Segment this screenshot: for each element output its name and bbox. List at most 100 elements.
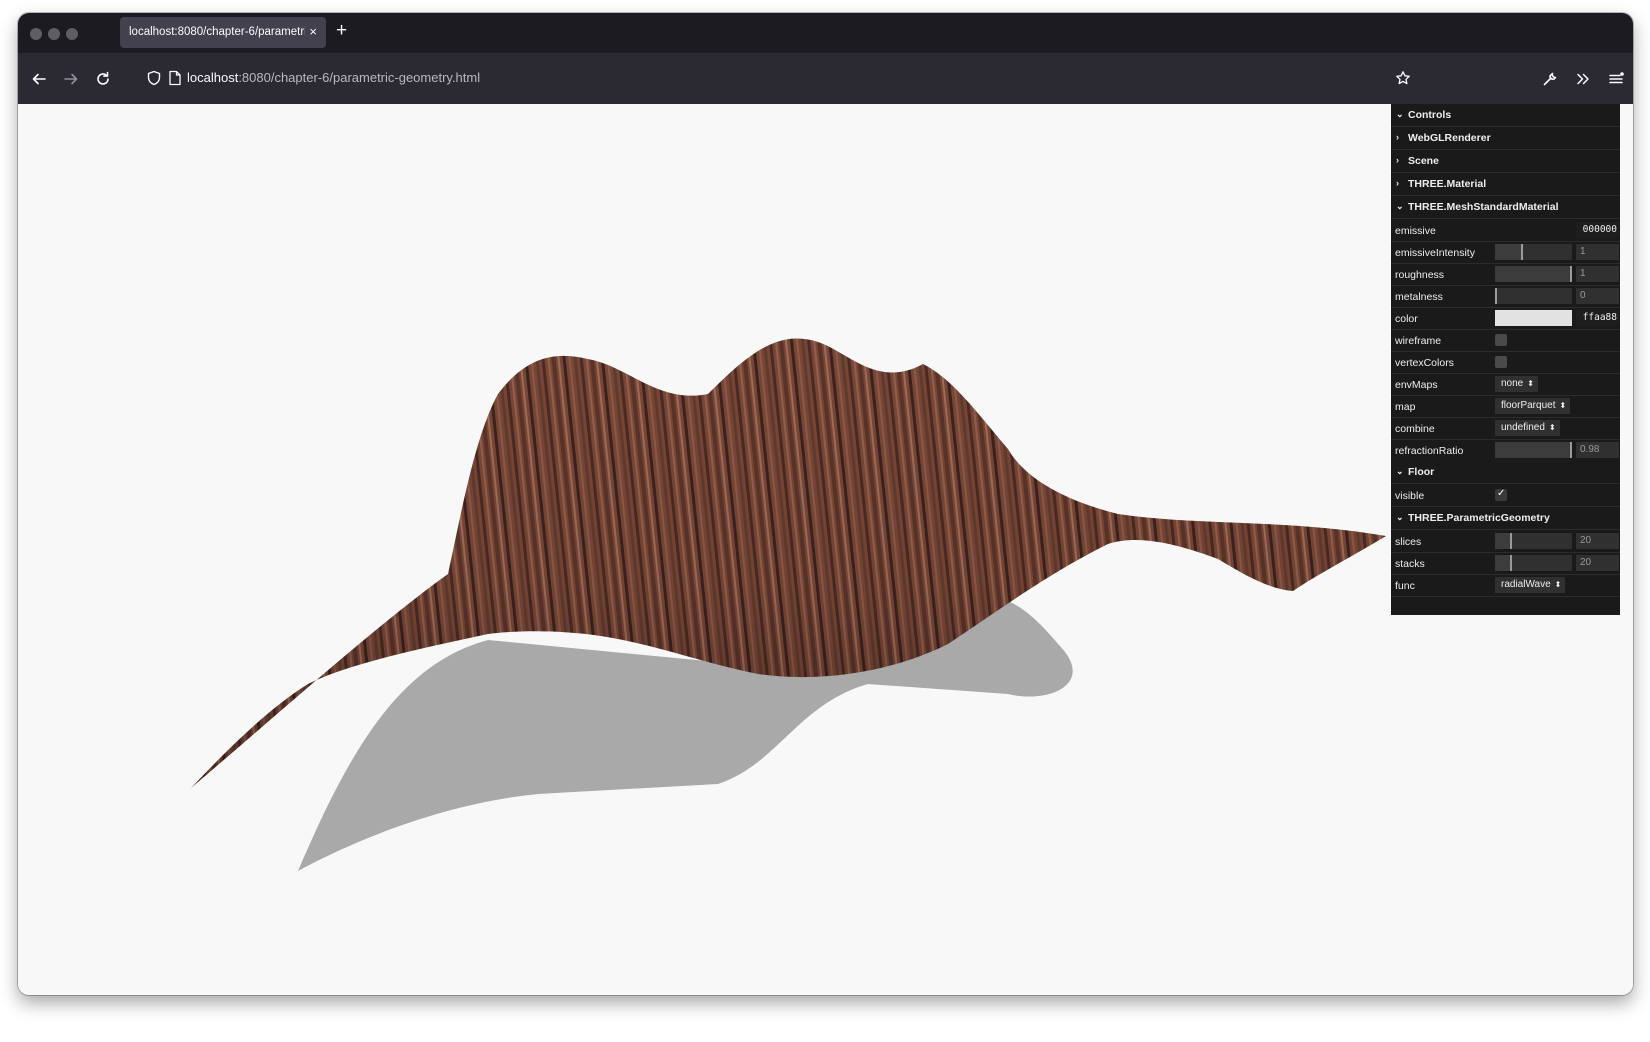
folder-three-material[interactable]: › THREE.Material <box>1391 173 1620 196</box>
emissive-intensity-input[interactable]: 1 <box>1576 244 1619 260</box>
select-value: radialWave <box>1501 579 1551 590</box>
metalness-input[interactable]: 0 <box>1576 288 1619 304</box>
chevrons-right-icon <box>1577 73 1589 85</box>
roughness-slider[interactable] <box>1495 266 1572 282</box>
new-tab-button[interactable]: + <box>336 20 347 42</box>
menu-button[interactable] <box>1602 65 1630 93</box>
url-path: :8080/chapter-6/parametric-geometry.html <box>238 70 481 85</box>
tab-close-icon[interactable]: × <box>309 24 317 39</box>
select-arrows-icon: ⬍ <box>1548 423 1556 432</box>
tab-active[interactable]: localhost:8080/chapter-6/parametric-geom… <box>120 17 326 48</box>
select-value: undefined <box>1501 422 1545 433</box>
control-emissive: emissive 000000 <box>1391 219 1620 242</box>
chevron-down-icon: ⌄ <box>1396 466 1404 476</box>
control-color: color ffaa88 <box>1391 307 1620 330</box>
slider-fill <box>1495 555 1510 571</box>
chevron-down-icon: ⌄ <box>1396 109 1404 119</box>
control-label: roughness <box>1395 269 1445 281</box>
slider-handle[interactable] <box>1521 244 1524 260</box>
folder-title: Floor <box>1408 466 1435 478</box>
minimize-window-button[interactable] <box>48 28 60 40</box>
back-button[interactable] <box>25 65 53 93</box>
emissive-color-input[interactable]: 000000 <box>1576 222 1619 238</box>
combine-select[interactable]: undefined ⬍ <box>1495 420 1560 436</box>
refraction-ratio-input[interactable]: 0.98 <box>1576 442 1619 458</box>
control-label: slices <box>1395 536 1422 548</box>
slider-handle[interactable] <box>1570 442 1573 458</box>
slider-fill <box>1495 244 1522 260</box>
folder-floor[interactable]: ⌄ Floor <box>1391 461 1620 484</box>
folder-parametric-geometry[interactable]: ⌄ THREE.ParametricGeometry <box>1391 507 1620 530</box>
control-label: stacks <box>1395 558 1425 570</box>
devtools-button[interactable] <box>1536 65 1564 93</box>
env-maps-select[interactable]: none ⬍ <box>1495 376 1538 392</box>
slices-input[interactable]: 20 <box>1576 533 1619 549</box>
slider-handle[interactable] <box>1509 555 1512 571</box>
control-label: color <box>1395 313 1418 325</box>
title-bar: localhost:8080/chapter-6/parametric-geom… <box>18 13 1633 53</box>
zoom-window-button[interactable] <box>66 28 78 40</box>
color-swatch[interactable] <box>1495 310 1572 326</box>
bookmark-star-icon[interactable] <box>1395 70 1411 86</box>
emissive-intensity-slider[interactable] <box>1495 244 1572 260</box>
control-stacks: stacks 20 <box>1391 552 1620 575</box>
nav-toolbar: localhost:8080/chapter-6/parametric-geom… <box>18 53 1633 104</box>
refraction-ratio-slider[interactable] <box>1495 442 1573 458</box>
map-select[interactable]: floorParquet ⬍ <box>1495 398 1571 414</box>
control-label: combine <box>1395 423 1435 435</box>
stacks-input[interactable]: 20 <box>1576 555 1619 571</box>
folder-title: WebGLRenderer <box>1408 132 1491 144</box>
slider-handle[interactable] <box>1570 266 1572 282</box>
control-label: metalness <box>1395 291 1443 303</box>
reload-button[interactable] <box>89 65 117 93</box>
control-refraction-ratio: refractionRatio 0.98 <box>1391 439 1620 462</box>
forward-button[interactable] <box>57 65 85 93</box>
slider-fill <box>1495 266 1572 282</box>
control-label: emissiveIntensity <box>1395 247 1475 259</box>
folder-webglrenderer[interactable]: › WebGLRenderer <box>1391 127 1620 150</box>
shield-icon[interactable] <box>146 70 162 86</box>
slider-handle[interactable] <box>1495 288 1497 304</box>
arrow-left-icon <box>32 73 46 85</box>
slider-fill <box>1495 442 1571 458</box>
vertex-colors-checkbox[interactable] <box>1495 356 1507 368</box>
color-input[interactable]: ffaa88 <box>1576 310 1619 326</box>
slider-handle[interactable] <box>1509 533 1512 549</box>
folder-title: Controls <box>1408 109 1452 121</box>
folder-mesh-standard-material[interactable]: ⌄ THREE.MeshStandardMaterial <box>1391 196 1620 219</box>
slider-fill <box>1495 533 1510 549</box>
control-combine: combine undefined ⬍ <box>1391 417 1620 440</box>
metalness-slider[interactable] <box>1495 288 1572 304</box>
reload-icon <box>97 71 109 85</box>
roughness-input[interactable]: 1 <box>1576 266 1619 282</box>
folder-controls[interactable]: ⌄ Controls <box>1391 104 1620 127</box>
overflow-button[interactable] <box>1569 65 1597 93</box>
slices-slider[interactable] <box>1495 533 1572 549</box>
control-func: func radialWave ⬍ <box>1391 574 1620 597</box>
folder-title: Scene <box>1408 155 1439 167</box>
url-text[interactable]: localhost:8080/chapter-6/parametric-geom… <box>187 70 480 85</box>
func-select[interactable]: radialWave ⬍ <box>1495 577 1566 593</box>
control-wireframe: wireframe <box>1391 329 1620 352</box>
dat-gui-panel[interactable]: ⌄ Controls › WebGLRenderer › Scene › THREE.M… <box>1391 104 1620 615</box>
url-bar[interactable]: localhost:8080/chapter-6/parametric-geom… <box>142 61 1412 95</box>
page-content: ⌄ Controls › WebGLRenderer › Scene › THREE.M… <box>18 104 1633 995</box>
folder-title: THREE.Material <box>1408 178 1487 190</box>
stacks-slider[interactable] <box>1495 555 1572 571</box>
chevron-right-icon: › <box>1396 155 1399 165</box>
wireframe-checkbox[interactable] <box>1495 334 1507 346</box>
folder-scene[interactable]: › Scene <box>1391 150 1620 173</box>
visible-checkbox[interactable] <box>1495 488 1507 501</box>
page-icon[interactable] <box>168 70 182 86</box>
control-roughness: roughness 1 <box>1391 263 1620 286</box>
select-value: floorParquet <box>1501 400 1556 411</box>
control-visible: visible <box>1391 484 1620 507</box>
control-metalness: metalness 0 <box>1391 285 1620 308</box>
control-label: wireframe <box>1395 335 1442 347</box>
control-env-maps: envMaps none ⬍ <box>1391 373 1620 396</box>
wrench-icon <box>1543 72 1557 86</box>
chevron-down-icon: ⌄ <box>1396 512 1404 522</box>
browser-window: localhost:8080/chapter-6/parametric-geom… <box>18 13 1633 995</box>
close-window-button[interactable] <box>30 28 42 40</box>
hamburger-menu-icon <box>1609 72 1624 84</box>
